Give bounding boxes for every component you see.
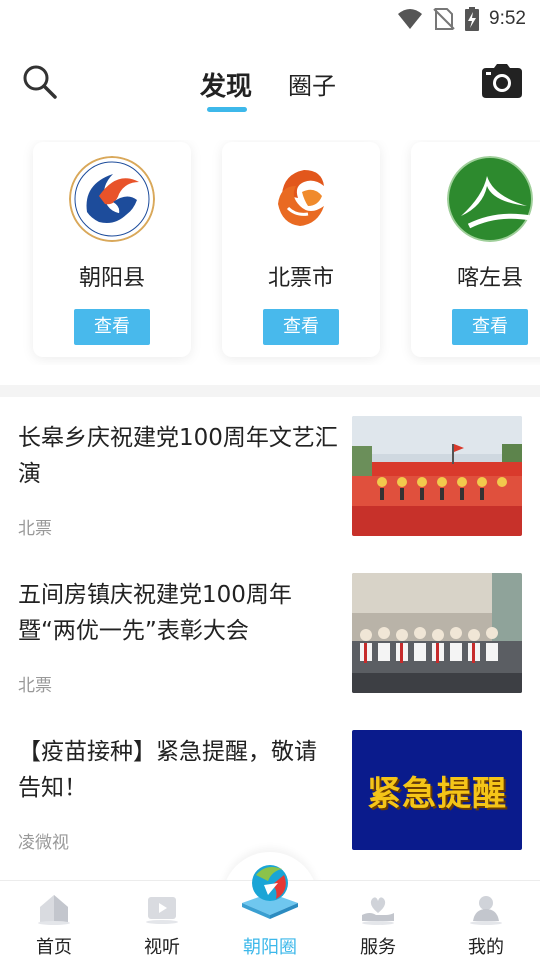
news-title: 五间房镇庆祝建党100周年暨“两优一先”表彰大会 — [18, 582, 292, 644]
nav-label: 视听 — [144, 937, 180, 958]
urgent-notice-banner: 紧急提醒 — [352, 730, 522, 850]
news-item[interactable]: 长皋乡庆祝建党100周年文艺汇演 北票 — [0, 416, 540, 566]
kazuo-green-logo — [447, 156, 533, 242]
tab-circles[interactable]: 圈子 — [288, 66, 336, 110]
home-icon — [38, 895, 70, 925]
tab-discover[interactable]: 发现 — [200, 66, 253, 112]
clock: 9:52 — [489, 8, 526, 29]
circle-card-beipiao[interactable]: 北票市 查看 — [222, 142, 380, 357]
tab-discover-label: 发现 — [200, 72, 253, 102]
tab-bar: 发现 圈子 — [200, 66, 336, 112]
service-icon — [362, 897, 394, 925]
status-bar: 9:52 — [0, 0, 540, 38]
news-title: 【疫苗接种】紧急提醒，敬请告知！ — [18, 739, 317, 801]
stage-performance-photo — [352, 416, 522, 536]
nav-service[interactable]: 服务 — [324, 881, 432, 960]
profile-icon — [470, 896, 502, 925]
circle-name: 北票市 — [267, 266, 334, 291]
circle-name: 喀左县 — [456, 266, 523, 291]
camera-icon — [482, 64, 522, 98]
nav-label: 首页 — [36, 937, 72, 958]
nav-profile[interactable]: 我的 — [432, 881, 540, 960]
search-button[interactable] — [20, 62, 60, 102]
beipiao-phoenix-logo — [258, 156, 344, 242]
section-divider — [0, 385, 540, 397]
nav-chaoyang-circle[interactable]: 朝阳圈 — [216, 865, 324, 960]
chaoyang-county-logo — [69, 156, 155, 242]
camera-button[interactable] — [482, 64, 522, 100]
nav-home[interactable]: 首页 — [0, 881, 108, 960]
news-source: 凌微视 — [18, 833, 69, 853]
no-sim-icon — [433, 8, 455, 30]
urgent-notice-text: 紧急提醒 — [367, 773, 507, 814]
tab-active-indicator — [207, 107, 247, 112]
circle-card-chaoyang[interactable]: 朝阳县 查看 — [33, 142, 191, 357]
view-button[interactable]: 查看 — [263, 309, 339, 345]
view-button[interactable]: 查看 — [74, 309, 150, 345]
news-title: 长皋乡庆祝建党100周年文艺汇演 — [18, 425, 338, 487]
wifi-icon — [398, 9, 423, 29]
view-button[interactable]: 查看 — [452, 309, 528, 345]
news-source: 北票 — [18, 676, 52, 696]
meeting-hall-photo — [352, 573, 522, 693]
battery-charging-icon — [465, 7, 480, 31]
nav-label: 服务 — [360, 937, 396, 958]
chaoyang-circle-icon — [242, 865, 298, 919]
circle-name: 朝阳县 — [78, 266, 145, 291]
news-item[interactable]: 五间房镇庆祝建党100周年暨“两优一先”表彰大会 北票 — [0, 573, 540, 723]
bottom-navigation: 首页 视听 朝阳圈 服务 我的 — [0, 865, 540, 960]
nav-label: 我的 — [468, 937, 504, 958]
circle-card-kazuo[interactable]: 喀左县 查看 — [411, 142, 540, 357]
nav-video[interactable]: 视听 — [108, 881, 216, 960]
search-icon — [23, 65, 57, 99]
nav-label: 朝阳圈 — [243, 937, 297, 958]
top-header: 发现 圈子 — [0, 48, 540, 118]
video-icon — [146, 897, 178, 924]
news-source: 北票 — [18, 519, 52, 539]
county-circles-carousel[interactable]: 朝阳县 查看 北票市 查看 喀左县 查看 — [0, 140, 540, 365]
tab-circles-label: 圈子 — [288, 72, 337, 100]
